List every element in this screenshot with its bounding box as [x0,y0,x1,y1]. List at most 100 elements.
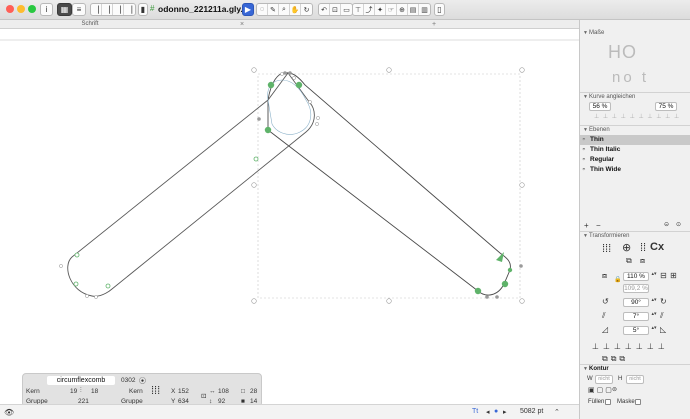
x-value[interactable]: 152 [178,388,189,395]
kern-link-icon[interactable]: ⫶ [80,387,82,395]
disclosure-triangle-icon[interactable]: ▼ [583,232,588,241]
annotate-icon[interactable]: ⊡ [330,4,341,15]
origin-crosshair-icon[interactable]: ⊕ [622,243,631,254]
mask-checkbox[interactable] [635,399,641,405]
new-tab-button[interactable]: + [432,20,436,29]
hand-icon[interactable]: ✋ [290,4,301,15]
on-curve-nodes[interactable] [264,81,513,295]
section-masse[interactable]: ▼ Maße [580,29,690,38]
zoom-window-button[interactable] [28,5,36,13]
left-stroke-outline[interactable] [67,72,315,297]
layer-regular[interactable]: ◓ Regular [580,155,690,165]
scale-down-icon[interactable]: ⊟ [660,272,667,280]
add-layer-button[interactable]: + [584,221,589,230]
more-icon[interactable]: ▥ [419,4,430,15]
layer-copy-icon[interactable]: ⊝ [664,221,669,228]
center-glyph-icon[interactable]: ● [494,408,498,415]
align-buttons-row[interactable]: ⊥⊥⊥⊥⊥⊥⊥ [592,342,669,351]
stroke-position-buttons[interactable]: ▣▢▢ [588,386,614,394]
section-transform[interactable]: ▼ Transformieren [580,231,690,240]
text-tool-1-icon[interactable]: ▕ [91,4,102,15]
grid-view-button[interactable]: ▦ [57,3,72,16]
scale-lock-icon[interactable]: 🔒 [614,276,621,284]
smooth-icon[interactable]: ▤ [408,4,419,15]
mirror-horizontal-icon[interactable]: ⧉ [626,257,632,265]
fill-checkbox[interactable] [605,399,611,405]
layer-visibility-icon[interactable]: ◓ [582,165,586,175]
measure-icon[interactable]: ⊕ [397,4,408,15]
layer-thin-italic[interactable]: ◓ Thin Italic [580,145,690,155]
rotate-icon[interactable]: ↻ [301,4,312,15]
ellipse-icon[interactable]: ⊤ [353,4,364,15]
layer-visibility-icon[interactable]: ◓ [582,145,586,155]
gray-nodes[interactable] [257,71,523,299]
text-icon[interactable]: ✦ [375,4,386,15]
scale-field[interactable]: 110 % [623,272,649,281]
disclosure-triangle-icon[interactable]: ▼ [583,365,588,374]
stroke-height-field[interactable]: nicht [626,375,644,384]
layer-visibility-icon[interactable]: ◓ [582,155,586,165]
kern-right-value[interactable]: 18 [91,388,98,395]
transform-cx-label[interactable]: Cx [650,242,664,253]
section-kontur[interactable]: ▼ Kontur [580,364,690,373]
scale-field-2[interactable]: 109,2 % [623,284,649,293]
align-grid-icon[interactable]: ⁞⁞⁞ [602,244,611,255]
curve-right-field[interactable]: 75 % [655,102,677,111]
width-value[interactable]: 108 [218,388,229,395]
stroke-options-icon[interactable]: ⊜ [612,386,617,393]
text-tool-4-icon[interactable]: ▕ [124,4,135,15]
layer-thin[interactable]: ◓ Thin [580,135,690,145]
remove-layer-button[interactable]: − [596,221,601,230]
skew-field[interactable]: 5° [623,326,649,335]
disclosure-triangle-icon[interactable]: ▼ [583,126,588,135]
skew-stepper-icon[interactable]: ▴▾ [651,326,657,334]
tab-schrift[interactable]: Schrift [0,20,180,29]
rotate-field[interactable]: 90° [623,298,649,307]
anchor-grid-icon[interactable]: ⁞⁞⁞ [151,386,160,397]
brush-icon[interactable]: ⤴ [364,4,375,15]
curve-left-field[interactable]: 56 % [589,102,611,111]
tab-close-icon[interactable]: × [240,20,244,29]
next-glyph-icon[interactable]: ▸ [503,408,507,416]
glyph-canvas[interactable]: circumflexcomb 0302 ⦿ Kern 19 ⫶ 18 Grupp… [0,30,579,407]
disclosure-triangle-icon[interactable]: ▼ [583,93,588,102]
text-direction-icon[interactable]: Tt [472,408,478,415]
slant-left-icon[interactable]: ⫽ [602,312,606,320]
pen-icon[interactable]: ✎ [268,4,279,15]
skew-left-icon[interactable]: ◿ [602,326,608,334]
glyph-name-field[interactable]: circumflexcomb [47,376,115,385]
sidebar-right-toggle-button[interactable]: ▯ [434,3,445,16]
layer-thin-wide[interactable]: ◓ Thin Wide [580,165,690,175]
rotate-stepper-icon[interactable]: ▴▾ [651,298,657,306]
slant-field[interactable]: 7° [623,312,649,321]
section-ebenen[interactable]: ▼ Ebenen [580,125,690,134]
list-view-button[interactable]: ≡ [72,3,86,16]
slant-stepper-icon[interactable]: ▴▾ [651,312,657,320]
minimize-window-button[interactable] [17,5,25,13]
kern-left-value[interactable]: 19 [70,388,77,395]
slant-right-icon[interactable]: ⫽ [660,312,664,320]
skew-right-icon[interactable]: ◺ [660,326,666,334]
selection-handles[interactable] [251,67,525,304]
rectangle-icon[interactable]: ▭ [341,4,352,15]
smooth-nodes[interactable] [73,156,259,289]
mirror-vertical-icon[interactable]: ⧈ [640,257,645,265]
knife-icon[interactable]: ↶ [319,4,330,15]
section-kurve[interactable]: ▼ Kurve angleichen [580,92,690,101]
right-stroke-outline[interactable] [267,72,511,296]
unicode-arrow-icon[interactable]: ⦿ [139,376,146,386]
boolean-buttons-row[interactable]: ⧉⧉⧉ [602,354,628,364]
component-icon[interactable]: ☞ [386,4,397,15]
text-tool-2-icon[interactable]: ▕ [102,4,113,15]
off-curve-handles[interactable] [59,72,320,299]
zoom-stepper-icon[interactable]: ⌃ [554,408,560,416]
text-tool-3-icon[interactable]: ▕ [113,4,124,15]
transform-origin-icon[interactable]: ⁞⁞ [640,243,646,254]
layer-options-icon[interactable]: ⊙ [676,221,681,228]
preview-eye-icon[interactable]: 👁 [4,408,14,417]
zoom-icon[interactable]: ⌕ [279,4,290,15]
scale-stepper-icon[interactable]: ▴▾ [651,272,657,280]
layer-visibility-icon[interactable]: ◓ [582,135,586,145]
scale-icon[interactable]: ⧈ [602,272,607,280]
sidebar-toggle-button[interactable]: ▮ [138,3,148,16]
